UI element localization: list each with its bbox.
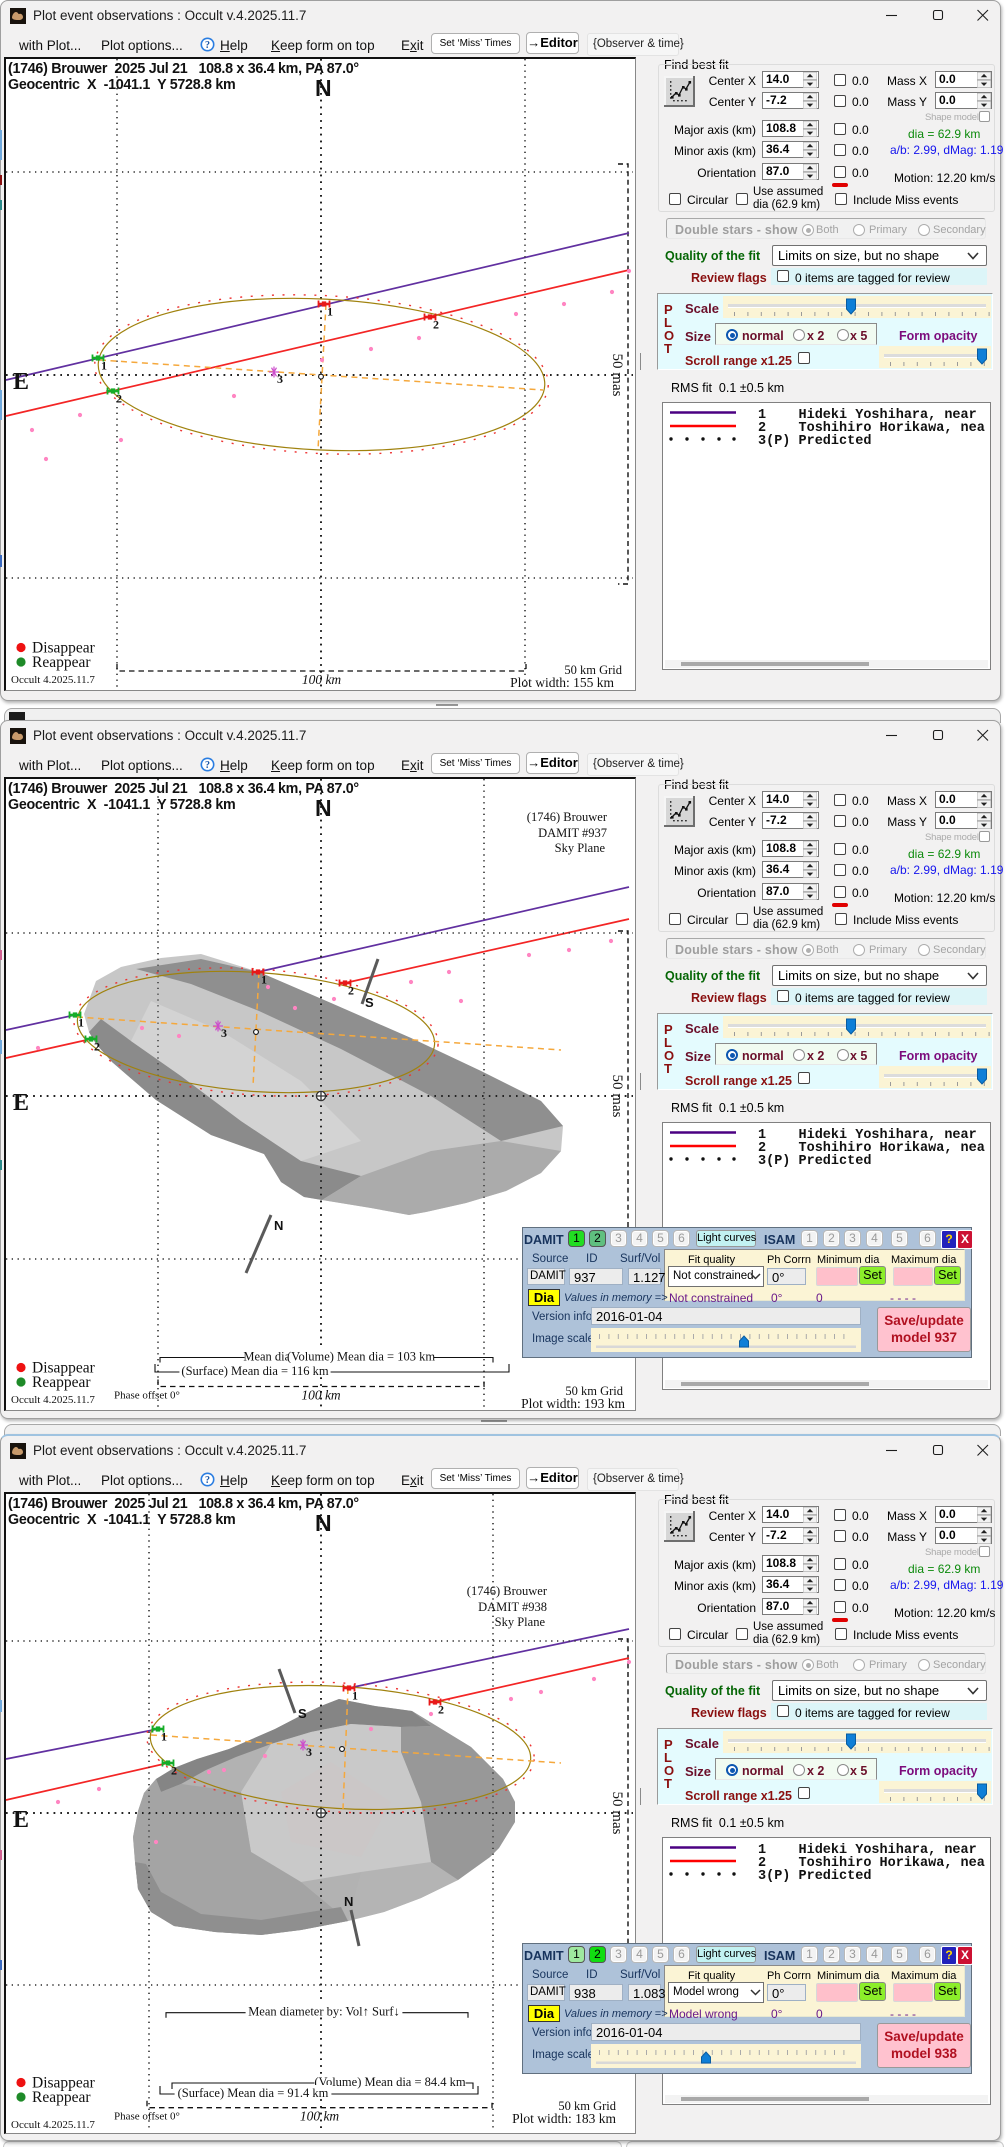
svg-text:50 mas: 50 mas [609,354,625,397]
svg-text:N: N [315,75,332,101]
svg-text:N: N [344,1894,353,1909]
svg-text:Geocentric X -1041.1 Y 5728: Geocentric X -1041.1 Y 5728.8 km [8,77,235,93]
svg-text:(1746) Brouwer 2025 Jul 21: (1746) Brouwer 2025 Jul 21 108.8 x 36.4 … [8,61,359,77]
svg-text:1: 1 [101,359,107,373]
svg-text:Occult 4.2025.11.7: Occult 4.2025.11.7 [11,1394,95,1406]
svg-text:Plot width: 193 km: Plot width: 193 km [521,1396,625,1409]
svg-text:2: 2 [438,1703,444,1717]
svg-text:(Volume) Mean dia = 84.4 km: (Volume) Mean dia = 84.4 km [314,2075,466,2089]
svg-text:Mean diameter by: Vol↑ Surf↓: Mean diameter by: Vol↑ Surf↓ [248,2005,400,2019]
svg-text:2: 2 [94,1040,100,1054]
svg-text:E: E [13,369,29,395]
svg-text:?: ? [205,1475,210,1486]
svg-text:1: 1 [161,1730,167,1744]
svg-text:(Surface) Mean dia = 116 km: (Surface) Mean dia = 116 km [181,1364,328,1378]
svg-text:Reappear: Reappear [32,1374,91,1391]
svg-text:N: N [274,1218,283,1233]
svg-text:3(P) Predicted: 3(P) Predicted [758,434,871,449]
svg-text:S: S [298,1706,307,1721]
svg-text:DAMIT #938: DAMIT #938 [478,1600,547,1614]
svg-text:Reappear: Reappear [32,2089,91,2106]
svg-text:Plot width: 155 km: Plot width: 155 km [510,675,614,689]
svg-text:(Volume) Mean dia = 103 km: (Volume) Mean dia = 103 km [287,1350,435,1364]
svg-text:1: 1 [352,1689,358,1703]
svg-text:1: 1 [78,1016,84,1030]
svg-text:50 mas: 50 mas [609,1075,625,1118]
svg-text:Sky Plane: Sky Plane [495,1615,546,1629]
svg-text:Geocentric X -1041.1 Y 5728: Geocentric X -1041.1 Y 5728.8 km [8,797,235,813]
svg-text:N: N [315,1510,332,1536]
svg-text:S: S [365,995,374,1010]
svg-text:2: 2 [116,392,122,406]
svg-text:2: 2 [348,984,354,998]
svg-text:2: 2 [171,1764,177,1778]
svg-text:3(P) Predicted: 3(P) Predicted [758,1154,871,1169]
svg-text:Geocentric X -1041.1 Y 5728: Geocentric X -1041.1 Y 5728.8 km [8,1512,235,1528]
svg-text:Occult 4.2025.11.7: Occult 4.2025.11.7 [11,2119,95,2131]
svg-text:(1746) Brouwer: (1746) Brouwer [467,1584,548,1598]
svg-text:E: E [13,1807,29,1833]
svg-text:1: 1 [261,973,267,987]
svg-text:(1746) Brouwer 2025 Jul 21: (1746) Brouwer 2025 Jul 21 108.8 x 36.4 … [8,781,359,797]
svg-text:3: 3 [221,1026,227,1040]
svg-text:3: 3 [277,372,283,386]
svg-text:Phase offset 0°: Phase offset 0° [114,1390,180,1402]
svg-text:DAMIT #937: DAMIT #937 [538,826,607,840]
svg-text:2: 2 [433,318,439,332]
svg-text:3: 3 [306,1745,312,1759]
svg-text:3(P) Predicted: 3(P) Predicted [758,1869,871,1884]
svg-text:Occult 4.2025.11.7: Occult 4.2025.11.7 [11,674,95,686]
svg-text:Phase offset 0°: Phase offset 0° [114,2111,180,2123]
svg-text:?: ? [205,40,210,51]
svg-text:100 km: 100 km [301,1388,341,1403]
svg-text:100 km: 100 km [300,2109,340,2124]
svg-text:Reappear: Reappear [32,654,91,671]
svg-text:100 km: 100 km [302,672,342,687]
svg-text:(Surface) Mean dia = 91.4 km: (Surface) Mean dia = 91.4 km [178,2086,329,2100]
svg-text:Sky Plane: Sky Plane [555,841,606,855]
svg-text:?: ? [205,760,210,771]
svg-text:1: 1 [327,305,333,319]
svg-text:N: N [315,795,332,821]
svg-text:50 mas: 50 mas [609,1792,625,1835]
svg-text:(1746) Brouwer: (1746) Brouwer [527,810,608,824]
svg-text:E: E [13,1090,29,1116]
svg-text:(1746) Brouwer 2025 Jul 21: (1746) Brouwer 2025 Jul 21 108.8 x 36.4 … [8,1496,359,1512]
svg-text:Plot width: 183 km: Plot width: 183 km [512,2111,616,2126]
